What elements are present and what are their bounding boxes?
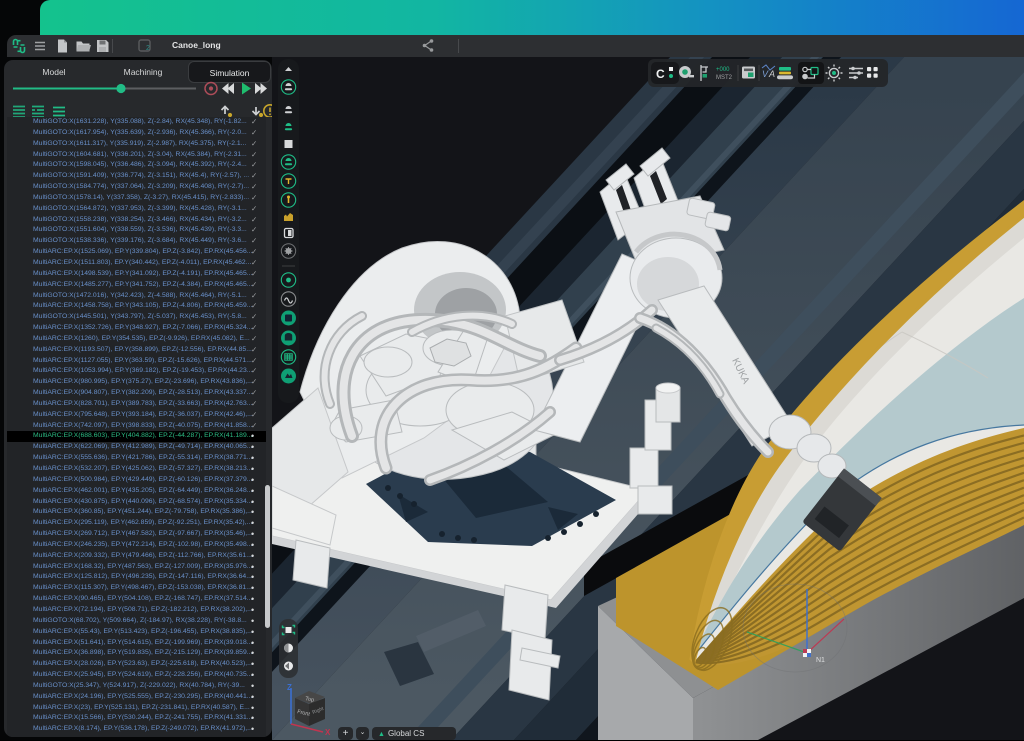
svg-text:N1: N1 — [816, 657, 825, 664]
svg-text:V: V — [762, 69, 769, 79]
svg-text:+000: +000 — [716, 67, 730, 73]
svg-text:2: 2 — [146, 45, 150, 52]
svg-text:Top: Top — [305, 696, 315, 704]
svg-text:C: C — [656, 67, 665, 81]
svg-text:MST2: MST2 — [716, 75, 733, 81]
svg-text:X: X — [325, 728, 331, 736]
svg-text:A: A — [768, 69, 775, 79]
svg-text:Z: Z — [287, 683, 292, 692]
